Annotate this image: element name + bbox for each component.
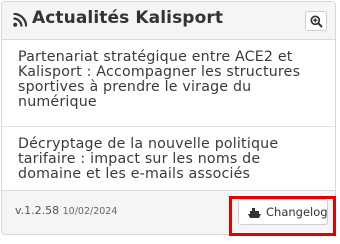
news-panel: Actualités Kalisport Partenariat stratég… bbox=[1, 1, 336, 235]
rss-icon bbox=[13, 13, 27, 27]
zoom-button[interactable] bbox=[305, 11, 327, 31]
zoom-in-icon bbox=[310, 15, 323, 28]
changelog-label: Changelog bbox=[266, 205, 328, 219]
panel-title: Actualités Kalisport bbox=[32, 8, 224, 28]
panel-footer: v.1.2.58 10/02/2024 Changelog bbox=[2, 190, 335, 234]
list-item: Partenariat stratégique entre ACE2 et Ka… bbox=[2, 50, 335, 110]
list-item: Décryptage de la nouvelle politique tari… bbox=[2, 126, 335, 182]
version-info: v.1.2.58 10/02/2024 bbox=[15, 204, 117, 217]
news-link[interactable]: Décryptage de la nouvelle politique tari… bbox=[18, 137, 322, 182]
news-link[interactable]: Partenariat stratégique entre ACE2 et Ka… bbox=[18, 50, 322, 110]
version-number: v.1.2.58 bbox=[15, 204, 60, 217]
ship-icon bbox=[248, 208, 261, 218]
news-list: Partenariat stratégique entre ACE2 et Ka… bbox=[2, 40, 335, 192]
version-date: 10/02/2024 bbox=[62, 206, 118, 217]
panel-header: Actualités Kalisport bbox=[2, 2, 335, 40]
changelog-button[interactable]: Changelog bbox=[238, 199, 328, 225]
